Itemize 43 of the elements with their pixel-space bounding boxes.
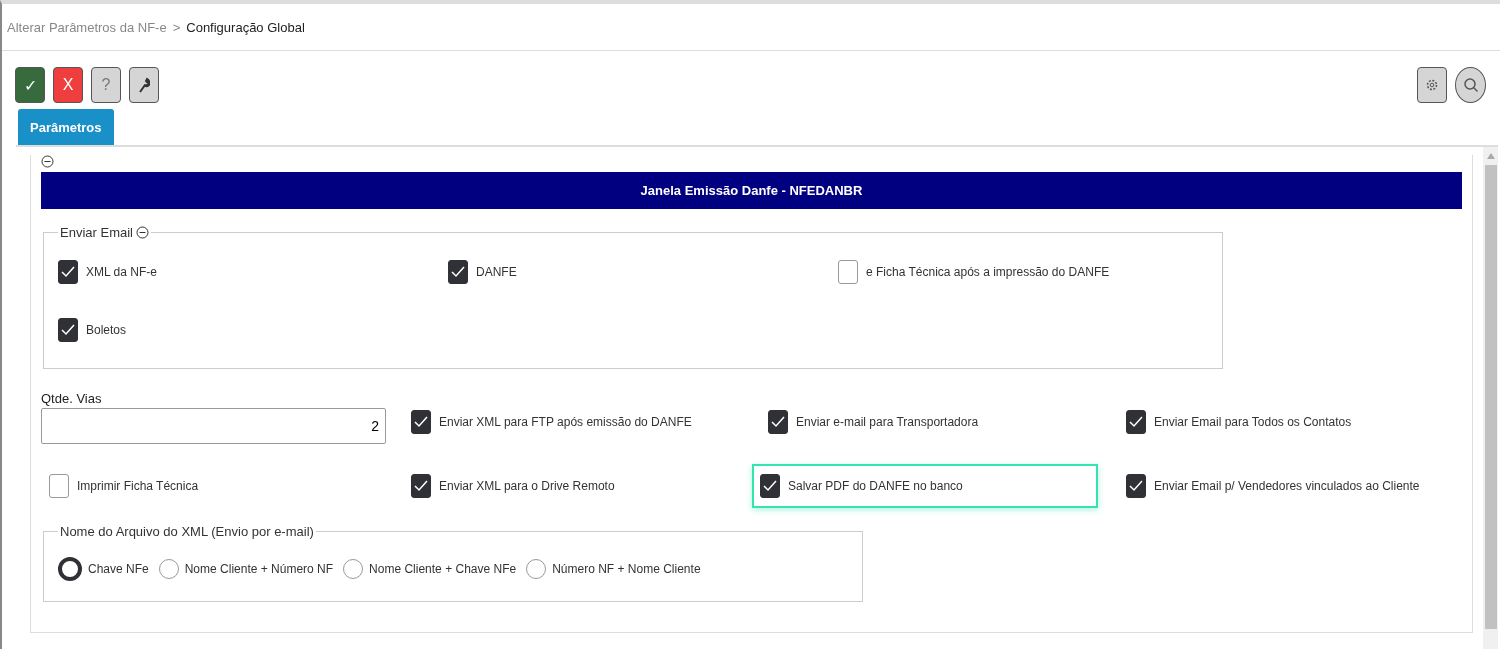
- check-icon: [414, 480, 428, 492]
- radio-option[interactable]: Nome Cliente + Chave NFe: [343, 557, 517, 581]
- confirm-button[interactable]: ✓: [15, 67, 45, 103]
- copies-input[interactable]: 2: [41, 408, 386, 444]
- checkbox-option[interactable]: Boletos: [58, 318, 448, 342]
- check-icon: [771, 416, 785, 428]
- breadcrumb-separator: >: [172, 19, 181, 35]
- settings-icon: [1425, 78, 1439, 92]
- breadcrumb-current: Configuração Global: [186, 19, 305, 35]
- check-icon: [763, 480, 777, 492]
- check-icon: [451, 266, 465, 278]
- fieldset-legend: Enviar Email: [60, 225, 133, 240]
- wrench-button[interactable]: [129, 67, 159, 103]
- check-icon: [414, 416, 428, 428]
- checkbox-option[interactable]: Enviar e-mail para Transportadora: [768, 410, 979, 434]
- breadcrumb-link[interactable]: Alterar Parâmetros da NF-e: [7, 19, 167, 35]
- collapse-icon[interactable]: [135, 226, 149, 239]
- check-icon: [1129, 480, 1143, 492]
- radio-option[interactable]: Número NF + Nome Cliente: [526, 557, 701, 581]
- scrollbar[interactable]: [1483, 147, 1498, 649]
- wrench-icon: [138, 77, 150, 93]
- settings-button[interactable]: [1417, 67, 1447, 103]
- check-icon: [1129, 416, 1143, 428]
- checkbox-option[interactable]: Enviar Email p/ Vendedores vinculados ao Cliente: [1126, 474, 1420, 498]
- checkbox-option[interactable]: e Ficha Técnica após a impressão do DANFE: [838, 260, 1208, 284]
- cancel-button[interactable]: X: [53, 67, 83, 103]
- check-icon: [61, 324, 75, 336]
- section-header: Janela Emissão Danfe - NFEDANBR: [41, 172, 1462, 209]
- search-button[interactable]: [1455, 67, 1486, 103]
- tab[interactable]: Parâmetros: [18, 109, 114, 145]
- search-icon: [1462, 77, 1479, 93]
- collapse-toggle[interactable]: [41, 155, 54, 168]
- checkbox-option[interactable]: XML da NF-e: [58, 260, 448, 284]
- checkbox-option[interactable]: DANFE: [448, 260, 838, 284]
- check-icon: [61, 266, 75, 278]
- field-label: Qtde. Vias: [41, 391, 103, 406]
- checkbox-option[interactable]: Enviar XML para o Drive Remoto: [411, 474, 615, 498]
- fieldset-legend: Nome do Arquivo do XML (Envio por e-mail): [60, 524, 314, 539]
- checkbox-option[interactable]: Enviar Email para Todos os Contatos: [1126, 410, 1352, 434]
- radio-option[interactable]: Chave NFe: [58, 557, 149, 581]
- checkbox-option[interactable]: Imprimir Ficha Técnica: [49, 474, 199, 498]
- checkbox-option[interactable]: Enviar XML para FTP após emissão do DANFE: [411, 410, 692, 434]
- radio-option[interactable]: Nome Cliente + Número NF: [158, 557, 334, 581]
